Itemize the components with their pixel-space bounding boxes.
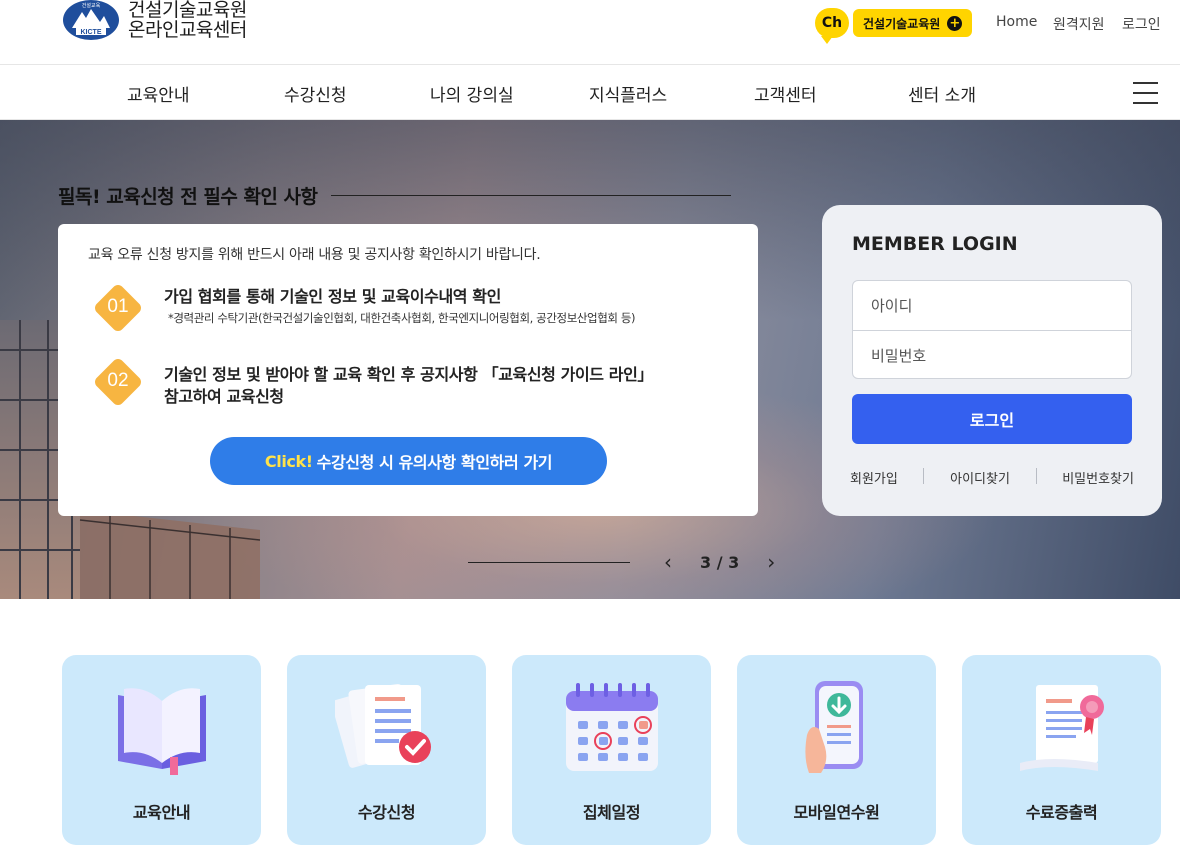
emblem-text: KICTE — [81, 29, 102, 36]
remote-support-link[interactable]: 원격지원 — [1053, 14, 1105, 34]
util-link-home[interactable]: Home — [996, 14, 1037, 30]
member-login-box: MEMBER LOGIN 로그인 회원가입 아이디찾기 비밀번호찾기 — [822, 205, 1162, 516]
logo-line-1: 건설기술교육원 — [128, 0, 247, 21]
notice-card: 교육 오류 신청 방지를 위해 반드시 아래 내용 및 공지사항 확인하시기 바… — [58, 224, 758, 516]
logo-line-2: 온라인교육센터 — [128, 19, 247, 41]
quick-menu-label: 수강신청 — [357, 803, 416, 822]
quick-menu-mobile[interactable]: 모바일연수원 — [737, 655, 936, 845]
step-note: *경력관리 수탁기관(한국건설기술인협회, 대한건축사협회, 한국엔지니어링협회… — [168, 311, 636, 325]
book-icon — [118, 688, 206, 775]
site-logo[interactable]: KICTE 건설교육 건설기술교육원 온라인교육센터 — [62, 0, 247, 42]
util-link-remote[interactable]: 원격지원 — [1053, 14, 1105, 34]
quick-menu-label: 집체일정 — [582, 803, 641, 822]
hamburger-menu-icon[interactable] — [1133, 82, 1158, 104]
cta-text: 수강신청 시 유의사항 확인하러 가기 — [316, 453, 553, 472]
signup-link[interactable]: 회원가입 — [850, 468, 898, 487]
step-title-line-2: 참고하여 교육신청 — [164, 387, 284, 406]
user-id-input[interactable] — [853, 281, 1131, 330]
channel-pill[interactable]: 건설기술교육원 + — [853, 9, 973, 37]
quick-menu-label: 수료증출력 — [1025, 803, 1098, 822]
divider — [1035, 468, 1037, 484]
plus-icon: + — [947, 15, 963, 31]
chevron-right-icon[interactable]: › — [761, 550, 781, 574]
application-document-icon — [335, 683, 431, 768]
channel-label: 건설기술교육원 — [863, 16, 941, 31]
title-divider — [331, 195, 732, 196]
nav-item-my-classroom[interactable]: 나의 강의실 — [430, 81, 514, 106]
find-id-link[interactable]: 아이디찾기 — [950, 468, 1010, 487]
step-number-badge: 01 — [92, 282, 144, 334]
notice-title: 필독! 교육신청 전 필수 확인 사항 — [58, 186, 318, 208]
site-header: KICTE 건설교육 건설기술교육원 온라인교육센터 Ch 건설기술교육원 + … — [0, 0, 1180, 64]
channel-chat-icon: Ch — [815, 8, 849, 44]
quick-menu-schedule[interactable]: 집체일정 — [512, 655, 711, 845]
logo-text: 건설기술교육원 온라인교육센터 — [128, 0, 247, 40]
nav-item-registration[interactable]: 수강신청 — [284, 81, 347, 106]
calendar-icon — [566, 683, 658, 771]
slide-counter: 3 / 3 — [700, 552, 740, 572]
nav-item-education[interactable]: 교육안내 — [127, 81, 190, 106]
login-title: MEMBER LOGIN — [852, 233, 1018, 255]
login-fields — [852, 280, 1132, 380]
quick-menu-certificate[interactable]: 수료증출력 — [962, 655, 1161, 845]
step-number: 01 — [107, 296, 129, 317]
quick-menu-registration[interactable]: 수강신청 — [287, 655, 486, 845]
find-password-link[interactable]: 비밀번호찾기 — [1062, 468, 1134, 487]
kakao-channel-button[interactable]: Ch 건설기술교육원 + — [815, 8, 973, 44]
quick-menu-education[interactable]: 교육안내 — [62, 655, 261, 845]
certificate-icon — [1020, 685, 1104, 771]
quick-menu-label: 교육안내 — [132, 803, 191, 822]
divider — [923, 468, 925, 484]
step-title: 가입 협회를 통해 기술인 정보 및 교육이수내역 확인 — [164, 287, 501, 306]
login-button[interactable]: 로그인 — [852, 394, 1132, 444]
nav-item-customer-center[interactable]: 고객센터 — [754, 81, 817, 106]
step-title-line-1: 기술인 정보 및 받아야 할 교육 확인 후 공지사항 「교육신청 가이드 라인… — [164, 365, 654, 384]
hero-banner: 필독! 교육신청 전 필수 확인 사항 교육 오류 신청 방지를 위해 반드시 … — [0, 120, 1180, 599]
mobile-download-icon — [805, 681, 863, 773]
notice-title-row: 필독! 교육신청 전 필수 확인 사항 — [58, 182, 732, 209]
kicte-emblem-icon: KICTE 건설교육 — [63, 0, 119, 40]
step-number-badge: 02 — [92, 356, 144, 408]
step-number: 02 — [107, 370, 129, 391]
step-title: 기술인 정보 및 받아야 할 교육 확인 후 공지사항 「교육신청 가이드 라인… — [164, 364, 653, 408]
notice-intro: 교육 오류 신청 방지를 위해 반드시 아래 내용 및 공지사항 확인하시기 바… — [88, 247, 541, 263]
slide-pager: ‹ 3 / 3 › — [468, 550, 781, 574]
nav-item-center-intro[interactable]: 센터 소개 — [908, 81, 976, 106]
registration-notice-button[interactable]: Click! 수강신청 시 유의사항 확인하러 가기 — [210, 437, 607, 485]
home-link[interactable]: Home — [996, 14, 1037, 30]
login-link[interactable]: 로그인 — [1122, 14, 1161, 34]
pager-progress-line — [468, 561, 630, 563]
login-links: 회원가입 아이디찾기 비밀번호찾기 — [850, 468, 1134, 487]
password-input[interactable] — [853, 331, 1131, 380]
chevron-left-icon[interactable]: ‹ — [658, 550, 678, 574]
quick-menu-label: 모바일연수원 — [793, 803, 880, 822]
nav-item-knowledge-plus[interactable]: 지식플러스 — [589, 81, 667, 106]
util-link-login[interactable]: 로그인 — [1122, 14, 1161, 34]
main-nav: 교육안내 수강신청 나의 강의실 지식플러스 고객센터 센터 소개 — [0, 64, 1180, 120]
cta-highlight: Click! — [264, 451, 313, 471]
emblem-top-text: 건설교육 — [82, 2, 101, 9]
